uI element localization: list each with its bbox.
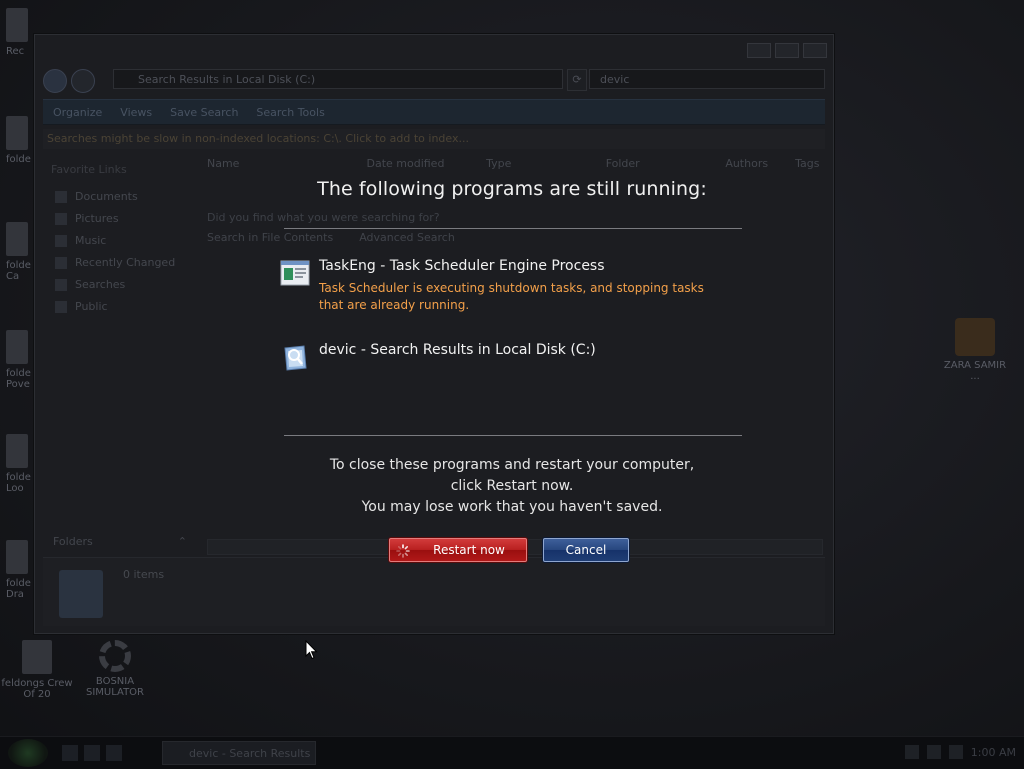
- favorite-links-heading: Favorite Links: [51, 163, 127, 176]
- desktop-icon-bosnia-simulator[interactable]: BOSNIA SIMULATOR: [78, 640, 152, 698]
- sidebar-item-searches[interactable]: Searches: [45, 274, 195, 296]
- folder-icon: [6, 434, 28, 468]
- info-bar[interactable]: Searches might be slow in non-indexed lo…: [43, 129, 825, 149]
- program-description: Task Scheduler is executing shutdown tas…: [319, 281, 704, 312]
- column-tags[interactable]: Tags: [795, 157, 825, 175]
- maximize-button[interactable]: [775, 43, 799, 58]
- music-icon: [55, 235, 67, 247]
- sidebar-item-recently-changed[interactable]: Recently Changed: [45, 252, 195, 274]
- program-name: TaskEng - Task Scheduler Engine Process: [319, 258, 605, 274]
- show-desktop-icon[interactable]: [62, 745, 78, 761]
- switch-windows-icon[interactable]: [84, 745, 100, 761]
- restart-now-label: Restart now: [433, 543, 505, 557]
- forward-button[interactable]: [71, 69, 95, 93]
- desktop-icon-label: BOSNIA SIMULATOR: [85, 676, 145, 698]
- back-button[interactable]: [43, 69, 67, 93]
- browser-icon[interactable]: [106, 745, 122, 761]
- program-name: devic - Search Results in Local Disk (C:…: [319, 342, 596, 358]
- search-tools-button[interactable]: Search Tools: [256, 106, 324, 119]
- desktop-icon-document[interactable]: feldongs Crew Of 20: [0, 640, 74, 700]
- save-search-button[interactable]: Save Search: [170, 106, 238, 119]
- documents-icon: [55, 191, 67, 203]
- search-folder-thumbnail-icon: [59, 570, 103, 618]
- navigation-pane: Favorite Links Documents Pictures Music …: [45, 163, 195, 318]
- folders-label: Folders: [53, 535, 93, 548]
- chevron-up-icon: ⌃: [177, 535, 187, 548]
- command-bar: Organize Views Save Search Search Tools: [43, 99, 825, 125]
- search-input[interactable]: devic: [589, 69, 825, 89]
- sidebar-item-public[interactable]: Public: [45, 296, 195, 318]
- searches-icon: [55, 279, 67, 291]
- search-folder-icon: [284, 345, 307, 371]
- power-icon[interactable]: [948, 745, 963, 759]
- pictures-icon: [55, 213, 67, 225]
- folder-icon: [6, 222, 28, 256]
- clock[interactable]: 1:00 AM: [971, 746, 1016, 759]
- network-icon[interactable]: [904, 745, 919, 759]
- folder-icon: [6, 116, 28, 150]
- recently-changed-icon: [55, 257, 67, 269]
- refresh-button[interactable]: ⟳: [567, 69, 587, 91]
- recycle-bin-icon: [6, 8, 28, 42]
- briefcase-icon: [955, 318, 995, 356]
- dialog-heading: The following programs are still running…: [317, 178, 707, 200]
- document-icon: [22, 640, 52, 674]
- folders-toggle[interactable]: Folders ⌃: [45, 535, 195, 553]
- divider: [284, 435, 742, 436]
- busy-spinner-icon: [396, 544, 410, 558]
- taskbar-button-explorer[interactable]: devic - Search Results ...: [162, 741, 316, 765]
- task-scheduler-icon: [280, 260, 310, 286]
- desktop-icon-briefcase[interactable]: ZARA SAMIR ...: [938, 318, 1012, 382]
- restart-now-button[interactable]: Restart now: [389, 538, 527, 562]
- folder-icon: [6, 540, 28, 574]
- folder-icon: [6, 330, 28, 364]
- item-count: 0 items: [123, 568, 165, 581]
- taskbar: devic - Search Results ... 1:00 AM: [0, 736, 1024, 769]
- sidebar-item-pictures[interactable]: Pictures: [45, 208, 195, 230]
- start-button[interactable]: [8, 739, 48, 767]
- organize-button[interactable]: Organize: [53, 106, 102, 119]
- mouse-pointer-icon: [305, 640, 318, 660]
- quick-launch: [62, 745, 122, 761]
- cancel-button[interactable]: Cancel: [543, 538, 629, 562]
- public-icon: [55, 301, 67, 313]
- title-bar: [35, 35, 833, 65]
- views-button[interactable]: Views: [120, 106, 152, 119]
- address-bar[interactable]: Search Results in Local Disk (C:): [113, 69, 563, 89]
- gear-icon: [99, 640, 131, 672]
- restart-instructions: To close these programs and restart your…: [329, 457, 695, 515]
- close-button[interactable]: [803, 43, 827, 58]
- notification-area: 1:00 AM: [904, 745, 1016, 759]
- sidebar-item-music[interactable]: Music: [45, 230, 195, 252]
- minimize-button[interactable]: [747, 43, 771, 58]
- sidebar-item-documents[interactable]: Documents: [45, 186, 195, 208]
- desktop-icon-label: ZARA SAMIR ...: [943, 360, 1007, 382]
- divider: [284, 228, 742, 229]
- desktop-icon-label: feldongs Crew Of 20: [1, 678, 73, 700]
- volume-icon[interactable]: [926, 745, 941, 759]
- programs-still-running-dialog: The following programs are still running…: [280, 170, 744, 580]
